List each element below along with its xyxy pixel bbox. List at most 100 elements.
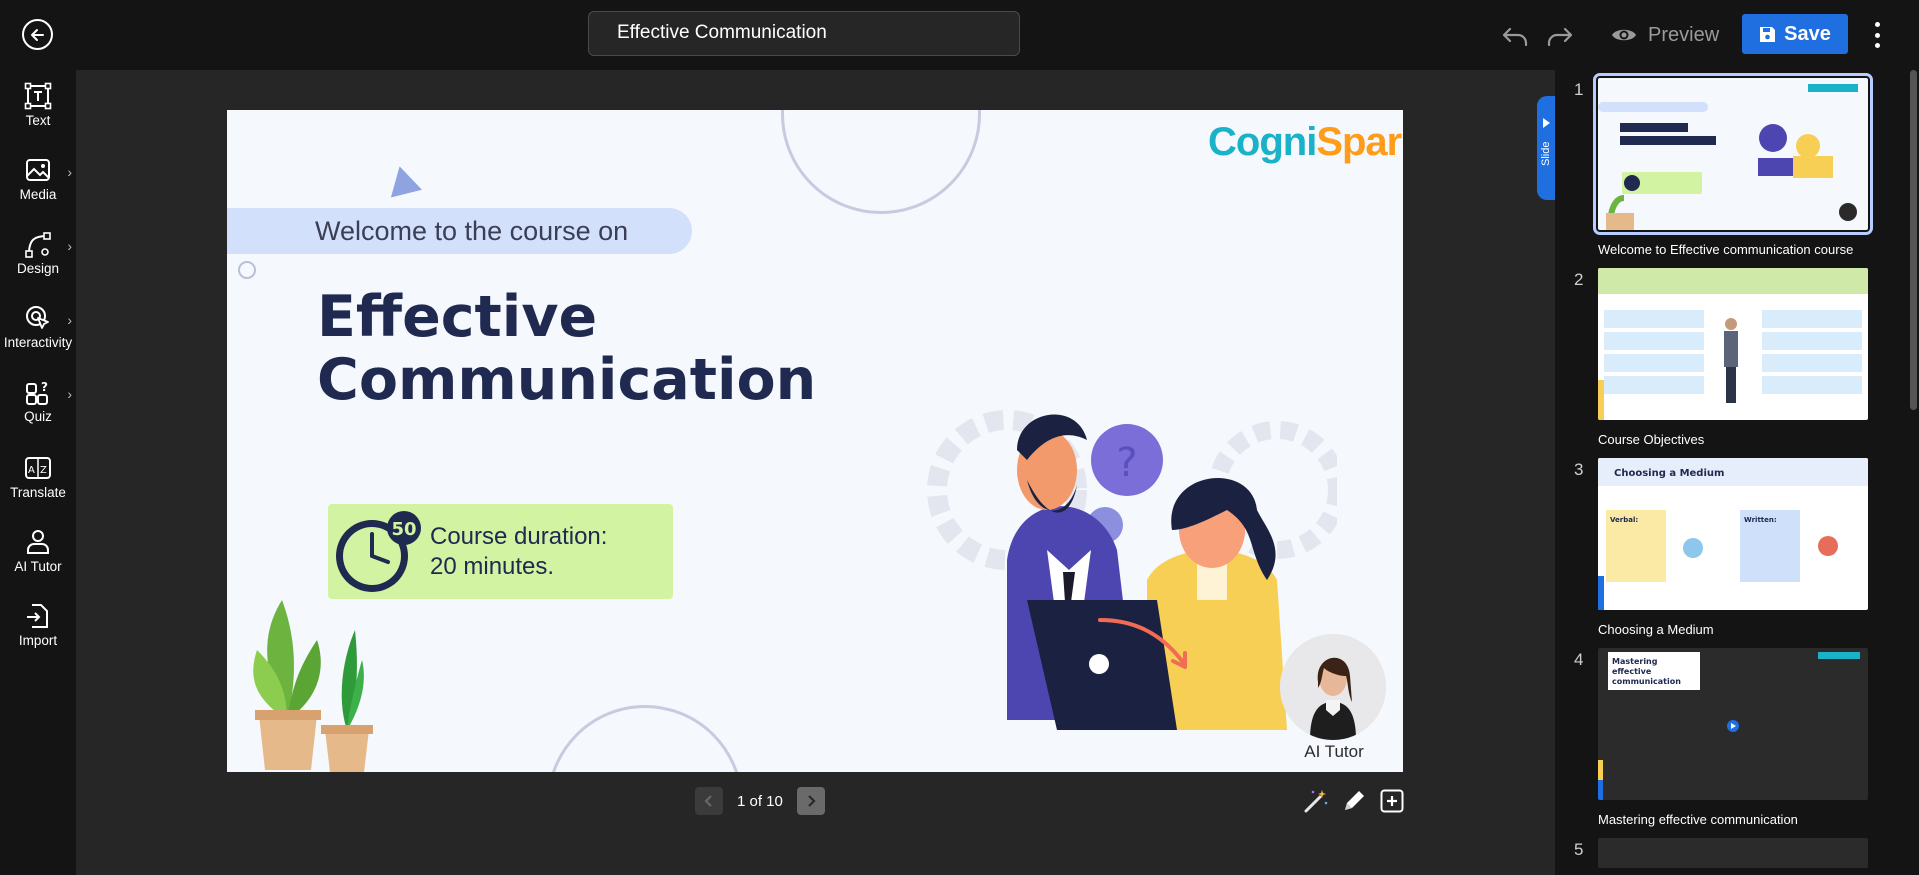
preview-button[interactable]: Preview <box>1610 20 1719 50</box>
magic-wand-icon[interactable] <box>1303 788 1329 814</box>
svg-text:?: ? <box>1116 440 1137 486</box>
clock-number: 50 <box>391 519 416 540</box>
save-icon <box>1760 26 1776 42</box>
design-icon <box>25 232 51 258</box>
slide-pager: 1 of 10 <box>695 787 825 815</box>
quiz-icon: ? <box>26 380 48 405</box>
ai-tutor-avatar[interactable] <box>1280 634 1386 740</box>
import-tool-label: Import <box>18 633 58 648</box>
pencil-icon[interactable] <box>1341 788 1367 814</box>
slide-thumbnail[interactable] <box>1598 838 1868 868</box>
undo-icon[interactable] <box>1500 20 1530 50</box>
thumbnail-2-preview <box>1598 268 1868 420</box>
svg-text:Mastering: Mastering <box>1612 657 1658 666</box>
svg-text:communication: communication <box>1612 677 1681 686</box>
slide-title[interactable]: Effective Communication <box>317 286 816 412</box>
media-tool[interactable]: Media › <box>0 156 76 218</box>
text-tool-label: Text <box>25 113 51 128</box>
text-icon <box>24 82 52 110</box>
slide-number: 1 <box>1574 80 1584 99</box>
quiz-tool[interactable]: ? Quiz › <box>0 378 76 440</box>
interactivity-tool[interactable]: Interactivity › <box>0 304 76 366</box>
slide-number: 3 <box>1574 460 1584 479</box>
translate-icon: AZ <box>25 457 51 479</box>
document-title-input[interactable]: Effective Communication <box>588 11 1020 56</box>
thumbnail-1-preview <box>1598 78 1868 230</box>
previous-slide-button[interactable] <box>695 787 723 815</box>
interactivity-tool-label: Interactivity <box>3 335 73 350</box>
chevron-right-icon <box>808 795 816 807</box>
eye-icon <box>1612 29 1636 41</box>
canvas-tools <box>1303 788 1405 814</box>
design-tool-label: Design <box>16 261 60 276</box>
slide-title-label: Course Objectives <box>1598 432 1705 447</box>
media-icon <box>26 159 50 181</box>
more-options-icon[interactable] <box>1870 22 1884 48</box>
preview-label: Preview <box>1648 23 1720 46</box>
arrow-doodle-icon <box>1098 618 1187 669</box>
chevron-left-icon <box>704 795 712 807</box>
svg-text:Choosing a Medium: Choosing a Medium <box>1614 468 1724 479</box>
ai-tutor-icon <box>27 530 49 554</box>
slide-canvas[interactable]: Welcome to the course on Effective Commu… <box>227 110 1403 772</box>
translate-tool[interactable]: AZ Translate <box>0 454 76 516</box>
plants-illustration <box>253 600 373 772</box>
thumbnail-3-preview: Choosing a Medium Verbal: Written: <box>1598 458 1868 610</box>
ai-tutor-tool[interactable]: AI Tutor <box>0 528 76 590</box>
next-slide-button[interactable] <box>796 787 825 815</box>
decorative-triangle <box>384 162 422 198</box>
slide-title-label: Mastering effective communication <box>1598 812 1798 827</box>
decorative-circle <box>781 110 981 214</box>
add-element-icon[interactable] <box>1379 788 1405 814</box>
slide-title-label: Welcome to Effective communication cours… <box>1598 242 1854 257</box>
avatar-image <box>1280 634 1386 740</box>
duration-text: Course duration: 20 minutes. <box>430 523 608 580</box>
decorative-ring <box>238 261 256 279</box>
slide-title-line2: Communication <box>317 347 817 413</box>
translate-tool-label: Translate <box>10 485 66 500</box>
chevron-right-icon: › <box>67 312 72 328</box>
welcome-banner[interactable]: Welcome to the course on <box>227 208 692 254</box>
save-label: Save <box>1784 22 1831 45</box>
import-tool[interactable]: Import <box>0 602 76 664</box>
interactivity-icon <box>26 306 49 329</box>
svg-text:?: ? <box>41 380 48 394</box>
top-bar: Effective Communication Preview Save <box>0 0 1919 70</box>
ai-tutor-label: AI Tutor <box>1304 742 1364 761</box>
slides-panel-scrollbar[interactable] <box>1910 70 1917 410</box>
slides-panel: 1 Welcome to Effective communication cou… <box>1555 70 1919 875</box>
slide-thumbnail[interactable] <box>1593 73 1873 235</box>
slide-panel-toggle[interactable]: Slide <box>1537 96 1555 200</box>
slide-thumbnail[interactable]: Mastering effective communication <box>1598 648 1868 800</box>
left-toolbar: Text Media › Design › Interactivity › ? … <box>0 70 76 875</box>
slide-tab-label: Slide <box>1540 141 1552 166</box>
arrow-left-icon <box>30 28 44 41</box>
chevron-right-icon: › <box>67 238 72 254</box>
page-indicator: 1 of 10 <box>737 792 783 810</box>
slide-thumbnail[interactable] <box>1598 268 1868 420</box>
slide-number: 2 <box>1574 270 1584 289</box>
chevron-right-icon: › <box>67 386 72 402</box>
back-button[interactable] <box>22 19 53 50</box>
save-button[interactable]: Save <box>1742 14 1848 54</box>
stopwatch-icon: 50 <box>336 511 421 592</box>
thumbnail-4-preview: Mastering effective communication <box>1598 648 1868 800</box>
slide-number: 4 <box>1574 650 1584 669</box>
duration-card[interactable]: 50 Course duration: 20 minutes. <box>328 504 673 599</box>
quiz-tool-label: Quiz <box>24 409 52 424</box>
cognispark-logo: CogniSpark <box>1208 120 1403 164</box>
media-tool-label: Media <box>19 187 57 202</box>
svg-text:effective: effective <box>1612 667 1652 676</box>
redo-icon[interactable] <box>1545 20 1575 50</box>
chevron-right-icon: › <box>67 164 72 180</box>
svg-text:Z: Z <box>40 465 47 476</box>
import-icon <box>27 604 48 628</box>
svg-text:Verbal:: Verbal: <box>1610 516 1638 524</box>
svg-text:A: A <box>28 465 35 476</box>
svg-text:Written:: Written: <box>1744 516 1777 524</box>
text-tool[interactable]: Text <box>0 82 76 144</box>
design-tool[interactable]: Design › <box>0 230 76 292</box>
slide-number: 5 <box>1574 840 1584 859</box>
slide-thumbnail[interactable]: Choosing a Medium Verbal: Written: <box>1598 458 1868 610</box>
ai-tutor-tool-label: AI Tutor <box>14 559 62 574</box>
